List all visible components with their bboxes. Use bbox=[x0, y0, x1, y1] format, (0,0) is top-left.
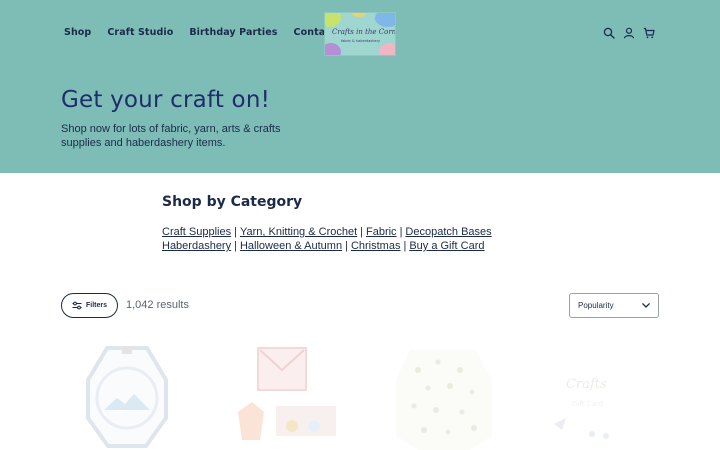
link-separator: | bbox=[345, 240, 348, 252]
svg-text:Crafts: Crafts bbox=[566, 377, 607, 392]
logo-blob bbox=[375, 13, 395, 27]
nav-item-craft-studio[interactable]: Craft Studio bbox=[107, 27, 173, 38]
felt-shapes-image bbox=[238, 347, 336, 440]
category-link-yarn[interactable]: Yarn, Knitting & Crochet bbox=[240, 226, 357, 238]
filters-label: Filters bbox=[85, 302, 107, 309]
account-icon[interactable] bbox=[623, 27, 635, 39]
hero-title: Get your craft on! bbox=[61, 87, 271, 113]
product-image[interactable] bbox=[220, 340, 352, 450]
hero-banner: Shop Craft Studio Birthday Parties Conta… bbox=[0, 0, 720, 173]
logo-blob bbox=[325, 13, 341, 27]
hero-subtitle: Shop now for lots of fabric, yarn, arts … bbox=[61, 123, 281, 149]
gift-card-image: Crafts Gift Card bbox=[550, 350, 658, 446]
category-link-gift-card[interactable]: Buy a Gift Card bbox=[409, 240, 484, 252]
sliders-icon bbox=[72, 301, 82, 310]
chevron-down-icon bbox=[642, 303, 650, 308]
link-separator: | bbox=[234, 226, 237, 238]
category-link-fabric[interactable]: Fabric bbox=[366, 226, 397, 238]
decoupage-bauble-image bbox=[86, 346, 168, 448]
category-link-decopatch[interactable]: Decopatch Bases bbox=[405, 226, 491, 238]
category-link-haberdashery[interactable]: Haberdashery bbox=[162, 240, 231, 252]
logo-blob bbox=[379, 43, 395, 55]
logo-blob bbox=[325, 43, 341, 55]
results-count: 1,042 results bbox=[126, 299, 189, 311]
sort-value: Popularity bbox=[578, 301, 614, 310]
link-separator: | bbox=[234, 240, 237, 252]
star-fabric-image bbox=[396, 350, 492, 450]
logo-tagline: fabric & haberdashery bbox=[341, 39, 381, 43]
svg-text:Gift Card: Gift Card bbox=[572, 400, 603, 408]
logo-blob bbox=[351, 13, 367, 17]
category-link-halloween[interactable]: Halloween & Autumn bbox=[240, 240, 342, 252]
header-icons bbox=[603, 27, 655, 39]
product-image[interactable] bbox=[62, 340, 194, 450]
link-separator: | bbox=[360, 226, 363, 238]
link-separator: | bbox=[403, 240, 407, 252]
nav-item-birthday-parties[interactable]: Birthday Parties bbox=[189, 27, 277, 38]
nav-item-shop[interactable]: Shop bbox=[64, 27, 91, 38]
logo-text: Crafts in the Corner bbox=[332, 28, 396, 36]
category-links-row: Haberdashery | Halloween & Autumn | Christma… bbox=[162, 240, 485, 252]
link-separator: | bbox=[399, 226, 403, 238]
product-image[interactable] bbox=[378, 340, 510, 450]
category-link-christmas[interactable]: Christmas bbox=[351, 240, 401, 252]
sort-select[interactable]: Popularity bbox=[569, 293, 659, 318]
filters-button[interactable]: Filters bbox=[61, 293, 118, 318]
cart-icon[interactable] bbox=[643, 27, 655, 39]
search-icon[interactable] bbox=[603, 27, 615, 39]
product-image[interactable]: Crafts Gift Card bbox=[536, 340, 668, 450]
main-nav: Shop Craft Studio Birthday Parties Conta… bbox=[64, 27, 353, 38]
category-heading: Shop by Category bbox=[162, 194, 303, 210]
site-logo[interactable]: Crafts in the Corner fabric & haberdashe… bbox=[324, 12, 396, 56]
category-link-craft-supplies[interactable]: Craft Supplies bbox=[162, 226, 231, 238]
category-links-row: Craft Supplies | Yarn, Knitting & Crochet |… bbox=[162, 226, 492, 238]
